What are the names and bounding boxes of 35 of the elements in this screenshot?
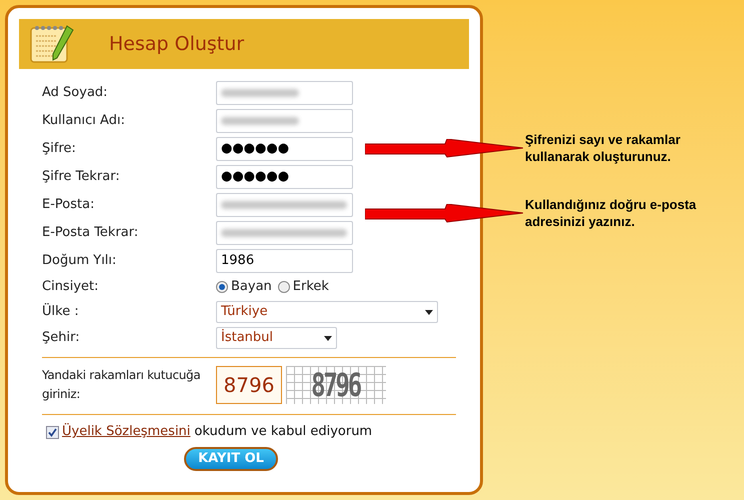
notepad-pencil-icon xyxy=(29,24,75,64)
arrow-icon xyxy=(365,139,523,159)
agreement-text: okudum ve kabul ediyorum xyxy=(194,423,372,442)
caret-icon xyxy=(324,336,332,340)
radio-option[interactable]: Erkek xyxy=(278,277,329,297)
hint-text: Kullandığınız doğru e-posta adresinizi yazınız. xyxy=(525,196,698,230)
input-field[interactable] xyxy=(216,193,353,217)
field-label: Şifre Tekrar: xyxy=(42,168,121,186)
arrow-icon xyxy=(365,204,523,224)
page-title: Hesap Oluştur xyxy=(109,32,244,57)
input-field[interactable] xyxy=(216,221,353,245)
hint-text: Şifrenizi sayı ve rakamlar kullanarak oluşturunuz. xyxy=(525,131,682,165)
field-label: Ülke : xyxy=(42,302,80,322)
radio-option[interactable]: Bayan xyxy=(216,277,272,297)
field-label: Cinsiyet: xyxy=(42,278,100,296)
captcha-label: Yandaki rakamları kutucuğa giriniz: xyxy=(42,367,202,403)
dropdown[interactable]: İstanbul xyxy=(216,327,337,349)
input-field[interactable] xyxy=(216,81,353,105)
checkbox[interactable] xyxy=(46,426,59,438)
field-label: E-Posta Tekrar: xyxy=(42,224,140,242)
dropdown[interactable]: Türkiye xyxy=(216,301,438,323)
caret-icon xyxy=(425,310,433,314)
input-field[interactable]: ●●●●●● xyxy=(216,137,353,161)
field-label: Kullanıcı Adı: xyxy=(42,112,126,130)
captcha-field[interactable]: 8796 xyxy=(216,366,282,404)
field-label: Doğum Yılı: xyxy=(42,252,118,270)
field-label: E-Posta: xyxy=(42,196,96,214)
field-label: Şifre: xyxy=(42,140,77,158)
input-field[interactable]: 1986 xyxy=(216,249,353,273)
field-label: Ad Soyad: xyxy=(42,84,109,102)
input-field[interactable] xyxy=(216,109,353,133)
field-label: Şehir: xyxy=(42,329,81,348)
input-field[interactable]: ●●●●●● xyxy=(216,165,353,189)
agreement-link[interactable]: Üyelik Sözleşmesini xyxy=(62,422,190,442)
captcha-image: 8796 xyxy=(286,366,386,404)
